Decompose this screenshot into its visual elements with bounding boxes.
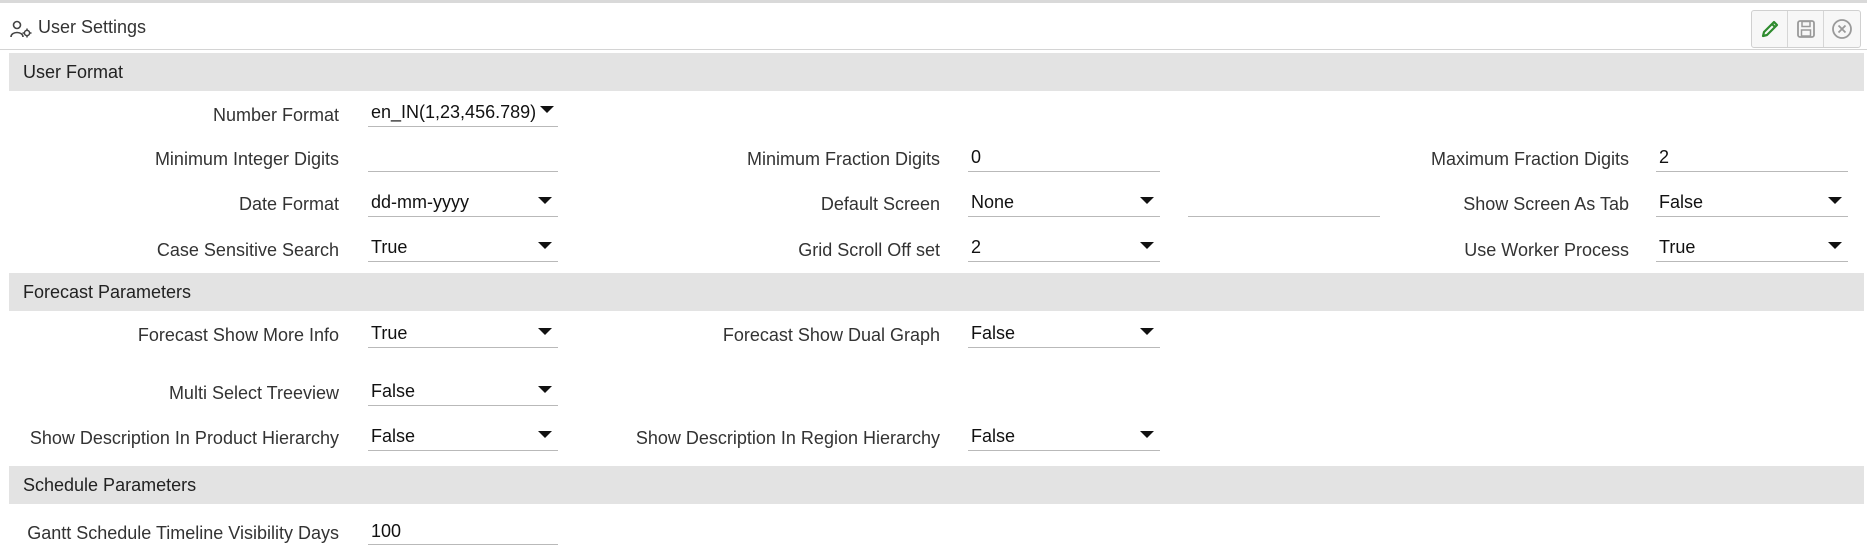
section-forecast-parameters: Forecast Parameters — [9, 273, 1864, 311]
number-format-label: Number Format — [212, 105, 339, 125]
window-titlebar: User Settings — [0, 0, 1867, 50]
min-integer-digits-input[interactable] — [368, 144, 558, 172]
user-settings-icon — [10, 20, 32, 38]
chevron-down-icon — [1140, 197, 1154, 204]
chevron-down-icon — [538, 386, 552, 393]
grid-scroll-offset-label: Grid Scroll Off set — [798, 240, 940, 260]
chevron-down-icon — [1140, 242, 1154, 249]
save-icon — [1796, 20, 1815, 38]
forecast-show-more-info-label: Forecast Show More Info — [137, 325, 339, 345]
default-screen-select[interactable]: None — [968, 189, 1160, 217]
case-sensitive-search-select[interactable]: True — [368, 234, 558, 262]
use-worker-process-label: Use Worker Process — [1464, 240, 1629, 260]
show-screen-as-tab-label: Show Screen As Tab — [1463, 194, 1629, 214]
section-title: Forecast Parameters — [23, 282, 192, 302]
chevron-down-icon — [538, 431, 552, 438]
desc-region-hierarchy-select[interactable]: False — [968, 423, 1160, 451]
show-screen-as-tab-select[interactable]: False — [1656, 189, 1848, 217]
section-user-format: User Format — [9, 53, 1864, 91]
forecast-show-dual-graph-select[interactable]: False — [968, 320, 1160, 348]
desc-product-hierarchy-label: Show Description In Product Hierarchy — [29, 428, 339, 448]
default-screen-extra-input[interactable] — [1188, 189, 1380, 217]
window-toolbar — [1751, 10, 1861, 48]
min-fraction-digits-input[interactable]: 0 — [968, 144, 1160, 172]
chevron-down-icon — [1140, 431, 1154, 438]
window-title: User Settings — [38, 17, 147, 37]
save-button[interactable] — [1788, 11, 1824, 47]
chevron-down-icon — [1828, 242, 1842, 249]
chevron-down-icon — [1828, 197, 1842, 204]
max-fraction-digits-label: Maximum Fraction Digits — [1430, 149, 1629, 169]
default-screen-label: Default Screen — [820, 194, 940, 214]
chevron-down-icon — [1140, 328, 1154, 335]
section-title: Schedule Parameters — [23, 475, 197, 495]
chevron-down-icon — [538, 242, 552, 249]
gantt-visibility-days-input[interactable]: 100 — [368, 518, 558, 545]
date-format-label: Date Format — [238, 194, 339, 214]
chevron-down-icon — [538, 328, 552, 335]
desc-product-hierarchy-select[interactable]: False — [368, 423, 558, 451]
section-schedule-parameters: Schedule Parameters — [9, 466, 1864, 504]
section-title: User Format — [23, 62, 124, 82]
close-button[interactable] — [1824, 11, 1860, 47]
case-sensitive-search-label: Case Sensitive Search — [156, 240, 339, 260]
grid-scroll-offset-select[interactable]: 2 — [968, 234, 1160, 262]
forecast-show-dual-graph-label: Forecast Show Dual Graph — [722, 325, 940, 345]
pencil-icon — [1761, 20, 1778, 38]
forecast-show-more-info-select[interactable]: True — [368, 320, 558, 348]
date-format-select[interactable]: dd-mm-yyyy — [368, 189, 558, 217]
min-integer-digits-label: Minimum Integer Digits — [154, 149, 339, 169]
min-fraction-digits-label: Minimum Fraction Digits — [746, 149, 940, 169]
close-circle-icon — [1832, 19, 1852, 39]
edit-button[interactable] — [1752, 11, 1788, 47]
max-fraction-digits-input[interactable]: 2 — [1656, 144, 1848, 172]
chevron-down-icon — [538, 197, 552, 204]
multi-select-treeview-label: Multi Select Treeview — [168, 383, 339, 403]
use-worker-process-select[interactable]: True — [1656, 234, 1848, 262]
chevron-down-icon — [540, 106, 554, 113]
number-format-select[interactable]: en_IN(1,23,456.789) — [368, 99, 558, 127]
gantt-visibility-days-label: Gantt Schedule Timeline Visibility Days — [27, 523, 339, 543]
multi-select-treeview-select[interactable]: False — [368, 378, 558, 406]
desc-region-hierarchy-label: Show Description In Region Hierarchy — [635, 428, 940, 448]
